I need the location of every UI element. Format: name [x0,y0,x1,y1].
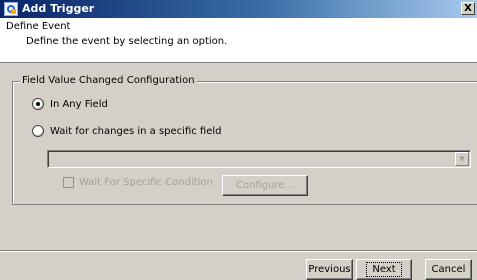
configure-button: Configure... [222,175,308,196]
app-icon [4,2,18,16]
next-button-label: Next [366,262,402,277]
title-bar[interactable]: Add Trigger X [0,0,477,18]
wizard-header: Define Event Define the event by selecti… [0,18,477,63]
option-any-field-label: In Any Field [50,98,108,110]
step-title: Define Event [6,21,71,32]
window-title: Add Trigger [22,2,95,15]
option-any-field[interactable]: In Any Field [32,98,108,110]
step-description: Define the event by selecting an option. [26,36,228,47]
option-specific-field[interactable]: Wait for changes in a specific field [32,125,222,137]
previous-button[interactable]: Previous [306,259,353,280]
footer-separator [0,250,477,252]
close-icon[interactable]: X [461,2,475,15]
next-button[interactable]: Next [356,259,412,280]
option-specific-field-label: Wait for changes in a specific field [50,125,222,137]
cancel-button[interactable]: Cancel [425,259,472,280]
condition-checkbox-label: Wait For Specific Condition [79,177,213,188]
condition-checkbox-row: Wait For Specific Condition [63,177,213,188]
radio-selected-icon[interactable] [32,98,44,110]
field-select: ▼ [47,150,471,168]
add-trigger-dialog: Add Trigger X Define Event Define the ev… [0,0,477,280]
chevron-down-icon: ▼ [455,152,469,166]
radio-unselected-icon[interactable] [32,125,44,137]
condition-checkbox [63,177,74,188]
group-legend: Field Value Changed Configuration [20,75,197,87]
